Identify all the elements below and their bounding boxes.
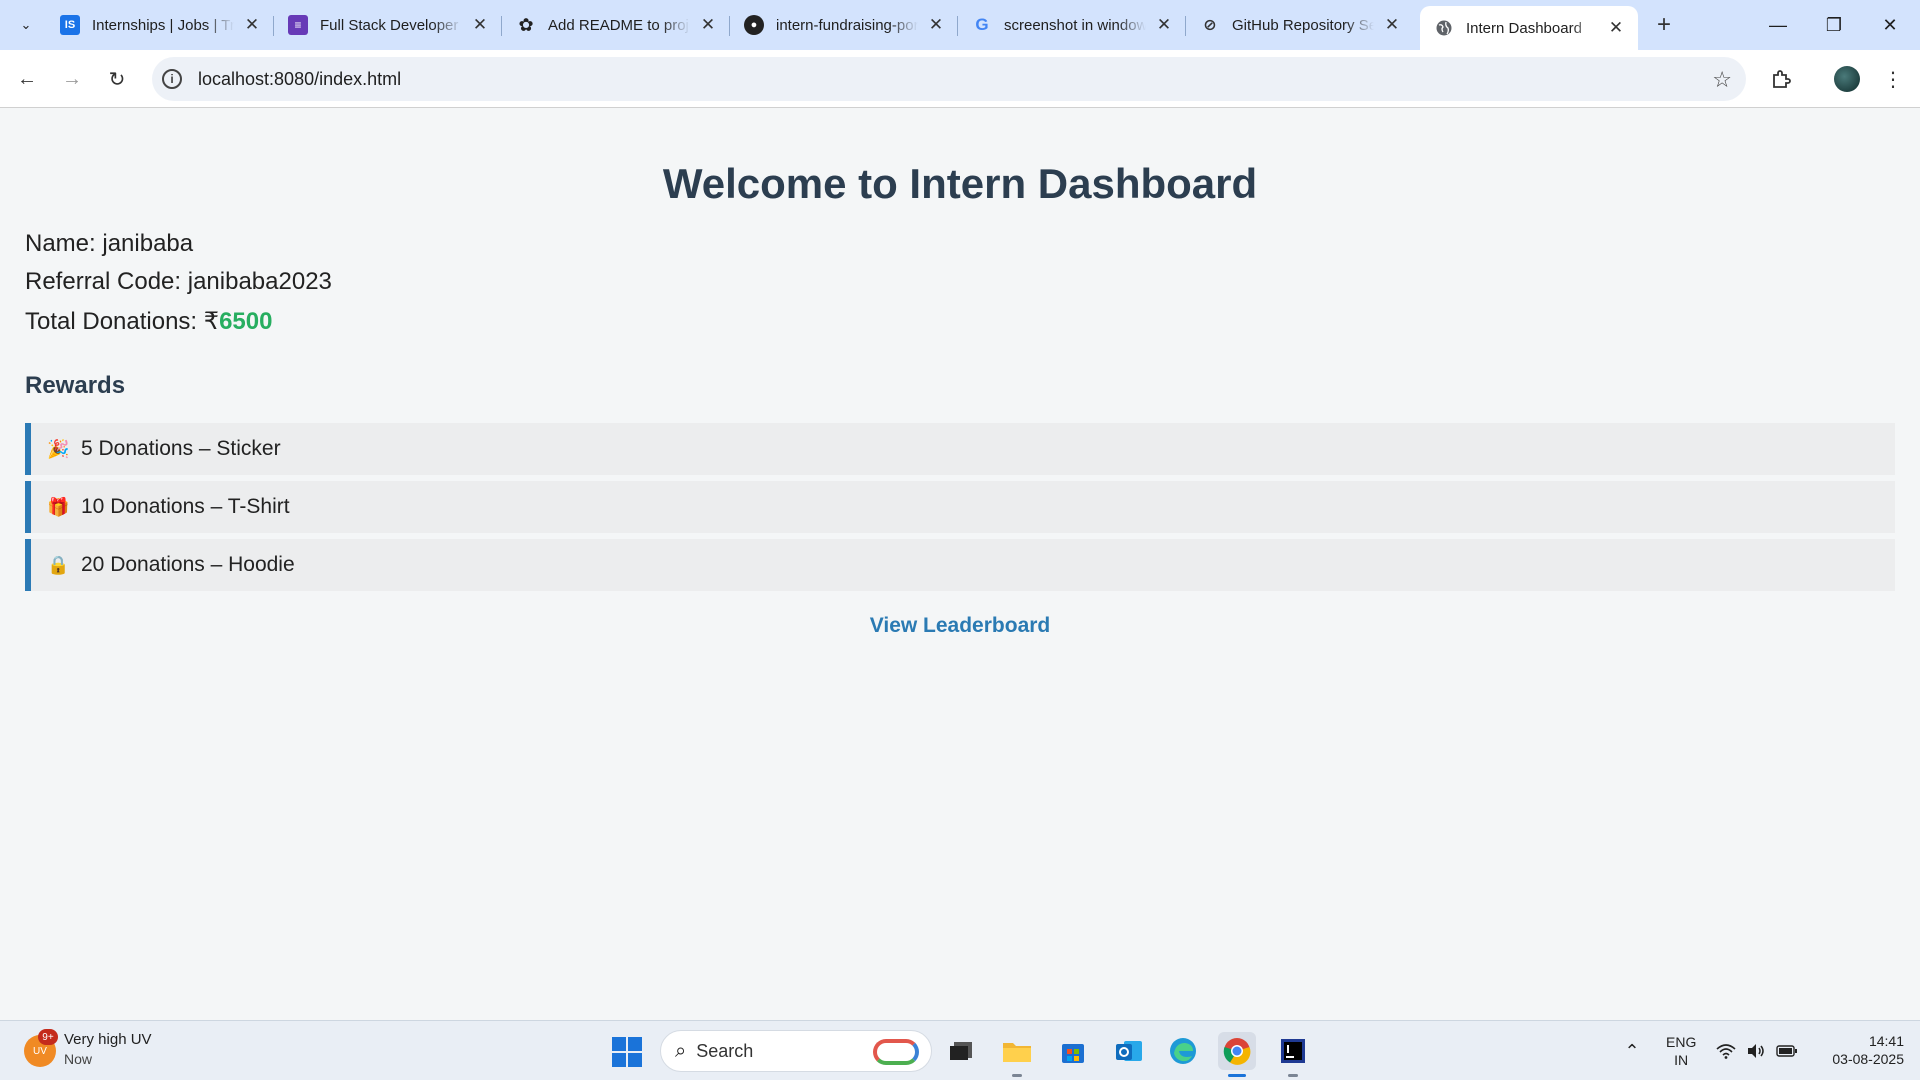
tab-search-chevron-icon[interactable]: ⌄ bbox=[10, 10, 42, 40]
edge-browser-icon[interactable] bbox=[1164, 1032, 1202, 1070]
tab-title: Full Stack Developer bbox=[320, 16, 459, 34]
tab-close-icon[interactable]: ✕ bbox=[1154, 15, 1174, 35]
weather-title[interactable]: Very high UV bbox=[64, 1031, 152, 1048]
start-windows-icon[interactable] bbox=[612, 1037, 642, 1067]
github-favicon-icon: ● bbox=[744, 15, 764, 35]
weather-subtitle[interactable]: Now bbox=[64, 1051, 92, 1067]
taskbar-search-label: Search bbox=[696, 1040, 754, 1061]
name-value: janibaba bbox=[102, 230, 194, 257]
tab-close-icon[interactable]: ✕ bbox=[698, 15, 718, 35]
file-explorer-icon[interactable] bbox=[998, 1032, 1036, 1070]
referral-label: Referral Code: bbox=[25, 268, 188, 295]
address-bar[interactable]: i localhost:8080/index.html ☆ bbox=[152, 57, 1746, 101]
tab-full-stack-developer[interactable]: ≡ Full Stack Developer ✕ bbox=[274, 6, 502, 44]
internshala-favicon-icon: IS bbox=[60, 15, 80, 35]
bookmark-star-icon[interactable]: ☆ bbox=[1712, 67, 1732, 93]
tab-close-icon[interactable]: ✕ bbox=[470, 15, 490, 35]
gift-icon: 🎁 bbox=[47, 496, 70, 517]
battery-icon[interactable] bbox=[1774, 1021, 1800, 1080]
profile-avatar[interactable] bbox=[1834, 66, 1860, 92]
tab-close-icon[interactable]: ✕ bbox=[1382, 15, 1402, 35]
search-magnifier-icon: ⌕ bbox=[675, 1039, 687, 1062]
chrome-icon[interactable] bbox=[1218, 1032, 1256, 1070]
reload-icon[interactable]: ↻ bbox=[100, 62, 134, 96]
active-indicator bbox=[1228, 1074, 1246, 1077]
google-favicon-icon: G bbox=[975, 15, 989, 34]
taskbar: UV 9+ Very high UV Now ⌕ Search ⌃ ENG IN bbox=[0, 1020, 1920, 1080]
party-popper-icon: 🎉 bbox=[47, 438, 70, 459]
tab-close-icon[interactable]: ✕ bbox=[1606, 18, 1626, 38]
intellij-idea-icon[interactable] bbox=[1274, 1032, 1312, 1070]
forward-arrow-icon[interactable]: → bbox=[55, 62, 89, 96]
notification-badge: 9+ bbox=[38, 1029, 58, 1045]
reward-item-tshirt: 🎁 10 Donations – T-Shirt bbox=[25, 481, 1895, 533]
running-indicator bbox=[1288, 1074, 1298, 1077]
tab-strip: ⌄ IS Internships | Jobs | Training ✕ ≡ F… bbox=[0, 0, 1920, 50]
reward-item-hoodie: 🔒 20 Donations – Hoodie bbox=[25, 539, 1895, 591]
taskbar-search-box[interactable]: ⌕ Search bbox=[660, 1030, 932, 1072]
tab-title: intern-fundraising-portal bbox=[776, 16, 918, 34]
browser-menu-icon[interactable]: ⋮ bbox=[1876, 62, 1910, 96]
donations-line: Total Donations: ₹6500 bbox=[25, 307, 272, 336]
reward-text: 20 Donations – Hoodie bbox=[81, 553, 295, 576]
tab-intern-dashboard[interactable]: Intern Dashboard ✕ bbox=[1420, 6, 1638, 50]
site-info-icon[interactable]: i bbox=[162, 69, 182, 89]
task-view-icon[interactable] bbox=[942, 1032, 980, 1070]
forms-favicon-icon: ≡ bbox=[288, 15, 308, 35]
browser-toolbar: ← → ↻ i localhost:8080/index.html ☆ ⋮ bbox=[0, 50, 1920, 108]
page-title: Welcome to Intern Dashboard bbox=[662, 160, 1258, 207]
reward-item-sticker: 🎉 5 Donations – Sticker bbox=[25, 423, 1895, 475]
clock-date: 03-08-2025 bbox=[1832, 1051, 1904, 1067]
close-window-icon[interactable]: ✕ bbox=[1862, 0, 1918, 50]
running-indicator bbox=[1012, 1074, 1022, 1077]
new-tab-plus-icon[interactable]: + bbox=[1650, 10, 1678, 40]
tab-google-search[interactable]: G screenshot in windows ✕ bbox=[958, 6, 1186, 44]
openai-favicon-icon: ✿ bbox=[518, 14, 534, 35]
referral-code-value: janibaba2023 bbox=[187, 268, 332, 295]
show-hidden-icons-chevron-icon[interactable]: ⌃ bbox=[1620, 1021, 1644, 1080]
language-region: IN bbox=[1674, 1052, 1689, 1068]
donations-amount: 6500 bbox=[219, 308, 273, 335]
globe-favicon-icon bbox=[1434, 18, 1454, 38]
tab-title: GitHub Repository Setup bbox=[1232, 16, 1374, 34]
url-text[interactable]: localhost:8080/index.html bbox=[198, 69, 401, 90]
tab-title: Internships | Jobs | Training bbox=[92, 16, 234, 34]
tab-close-icon[interactable]: ✕ bbox=[242, 15, 262, 35]
minimize-icon[interactable]: — bbox=[1750, 0, 1806, 50]
tab-close-icon[interactable]: ✕ bbox=[926, 15, 946, 35]
reward-text: 10 Donations – T-Shirt bbox=[81, 495, 290, 518]
tab-add-readme[interactable]: ✿ Add README to project ✕ bbox=[502, 6, 730, 44]
tab-title: Intern Dashboard bbox=[1466, 19, 1582, 37]
lock-icon: 🔒 bbox=[47, 554, 70, 575]
name-label: Name: bbox=[25, 230, 103, 257]
rewards-heading: Rewards bbox=[25, 372, 126, 399]
name-line: Name: janibaba bbox=[25, 230, 193, 258]
outlook-icon[interactable] bbox=[1110, 1032, 1148, 1070]
wifi-icon[interactable] bbox=[1714, 1021, 1738, 1080]
microsoft-store-icon[interactable] bbox=[1054, 1032, 1092, 1070]
back-arrow-icon[interactable]: ← bbox=[10, 62, 44, 96]
clock-time: 14:41 bbox=[1868, 1033, 1904, 1049]
tab-title: screenshot in windows bbox=[1004, 16, 1146, 34]
currency-symbol: ₹ bbox=[203, 308, 220, 335]
search-highlight-decoration-icon bbox=[873, 1039, 919, 1065]
assistant-favicon-icon: ⊘ bbox=[1203, 17, 1217, 34]
view-leaderboard-link[interactable]: View Leaderboard bbox=[0, 614, 1920, 638]
extensions-puzzle-icon[interactable] bbox=[1764, 62, 1798, 96]
tab-github-setup[interactable]: ⊘ GitHub Repository Setup ✕ bbox=[1186, 6, 1414, 44]
referral-line: Referral Code: janibaba2023 bbox=[25, 268, 332, 296]
dashboard-page: Welcome to Intern Dashboard Name: janiba… bbox=[0, 108, 1920, 1020]
language-indicator[interactable]: ENG IN bbox=[1666, 1033, 1696, 1069]
tab-internships[interactable]: IS Internships | Jobs | Training ✕ bbox=[46, 6, 274, 44]
tab-title: Add README to project bbox=[548, 16, 690, 34]
volume-icon[interactable] bbox=[1744, 1021, 1768, 1080]
system-clock[interactable]: 14:41 03-08-2025 bbox=[1816, 1032, 1904, 1068]
reward-text: 5 Donations – Sticker bbox=[81, 437, 281, 460]
language-code: ENG bbox=[1666, 1034, 1697, 1050]
tab-github-repo[interactable]: ● intern-fundraising-portal ✕ bbox=[730, 6, 958, 44]
restore-icon[interactable]: ❐ bbox=[1806, 0, 1862, 50]
donations-label: Total Donations: bbox=[25, 308, 204, 335]
